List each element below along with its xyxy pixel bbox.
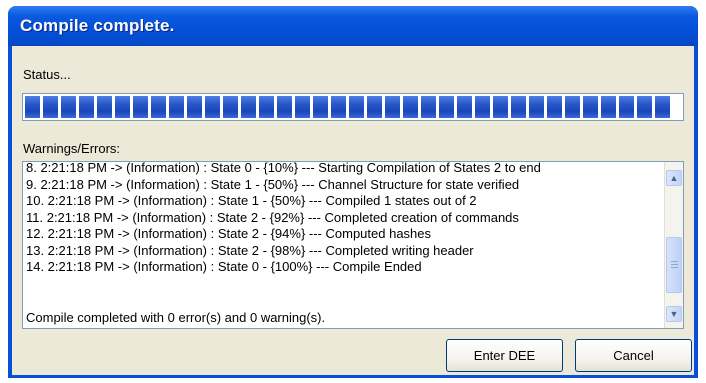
- progress-block: [529, 96, 544, 118]
- warnings-errors-label: Warnings/Errors:: [23, 141, 121, 156]
- dialog-body: Status... Warnings/Errors: 8. 2:21:18 PM…: [12, 46, 694, 375]
- progress-block: [385, 96, 400, 118]
- scroll-down-arrow-icon[interactable]: ▼: [666, 306, 682, 322]
- progress-block: [367, 96, 382, 118]
- log-line: 12. 2:21:18 PM -> (Information) : State …: [26, 226, 432, 241]
- progress-block: [223, 96, 238, 118]
- compile-dialog: Compile complete. Status... Warnings/Err…: [8, 6, 698, 378]
- progress-block: [619, 96, 634, 118]
- progress-block: [313, 96, 328, 118]
- progress-block: [475, 96, 490, 118]
- scroll-thumb[interactable]: [666, 237, 682, 293]
- progress-block: [547, 96, 562, 118]
- progress-block: [277, 96, 292, 118]
- progress-block: [601, 96, 616, 118]
- status-label: Status...: [23, 67, 71, 82]
- progress-block: [97, 96, 112, 118]
- progress-block: [439, 96, 454, 118]
- progress-block: [403, 96, 418, 118]
- cancel-button[interactable]: Cancel: [575, 339, 692, 372]
- progress-block: [79, 96, 94, 118]
- progress-block: [259, 96, 274, 118]
- progress-block: [151, 96, 166, 118]
- log-line: 9. 2:21:18 PM -> (Information) : State 1…: [26, 176, 520, 192]
- progress-block: [43, 96, 58, 118]
- progress-fill: [25, 96, 670, 118]
- vertical-scrollbar[interactable]: ▲ ▼: [664, 162, 683, 328]
- progress-block: [457, 96, 472, 118]
- progress-block: [25, 96, 40, 118]
- log-lines: 8. 2:21:18 PM -> (Information) : State 0…: [26, 161, 541, 276]
- progress-block: [331, 96, 346, 118]
- progress-block: [295, 96, 310, 118]
- progress-block: [511, 96, 526, 118]
- grip-line: [671, 261, 678, 262]
- progress-block: [241, 96, 256, 118]
- progress-block: [61, 96, 76, 118]
- scroll-up-arrow-icon[interactable]: ▲: [666, 170, 682, 186]
- progress-block: [205, 96, 220, 118]
- progress-block: [493, 96, 508, 118]
- log-line: 14. 2:21:18 PM -> (Information) : State …: [26, 259, 422, 274]
- progress-bar: [22, 93, 684, 121]
- grip-line: [671, 264, 678, 265]
- log-line: 10. 2:21:18 PM -> (Information) : State …: [26, 193, 477, 208]
- progress-block: [583, 96, 598, 118]
- title-bar[interactable]: Compile complete.: [8, 6, 698, 46]
- log-line: 13. 2:21:18 PM -> (Information) : State …: [26, 242, 474, 258]
- log-summary: Compile completed with 0 error(s) and 0 …: [26, 310, 326, 325]
- progress-block: [133, 96, 148, 118]
- grip-line: [671, 267, 678, 268]
- log-line: 8. 2:21:18 PM -> (Information) : State 0…: [26, 161, 541, 175]
- progress-block: [637, 96, 652, 118]
- progress-block: [169, 96, 184, 118]
- progress-block: [655, 96, 670, 118]
- progress-block: [349, 96, 364, 118]
- progress-block: [421, 96, 436, 118]
- log-line: 11. 2:21:18 PM -> (Information) : State …: [26, 209, 519, 225]
- dialog-title: Compile complete.: [20, 16, 175, 35]
- enter-dee-button[interactable]: Enter DEE: [446, 339, 563, 372]
- progress-block: [187, 96, 202, 118]
- log-textbox[interactable]: 8. 2:21:18 PM -> (Information) : State 0…: [22, 161, 684, 329]
- progress-block: [565, 96, 580, 118]
- progress-block: [115, 96, 130, 118]
